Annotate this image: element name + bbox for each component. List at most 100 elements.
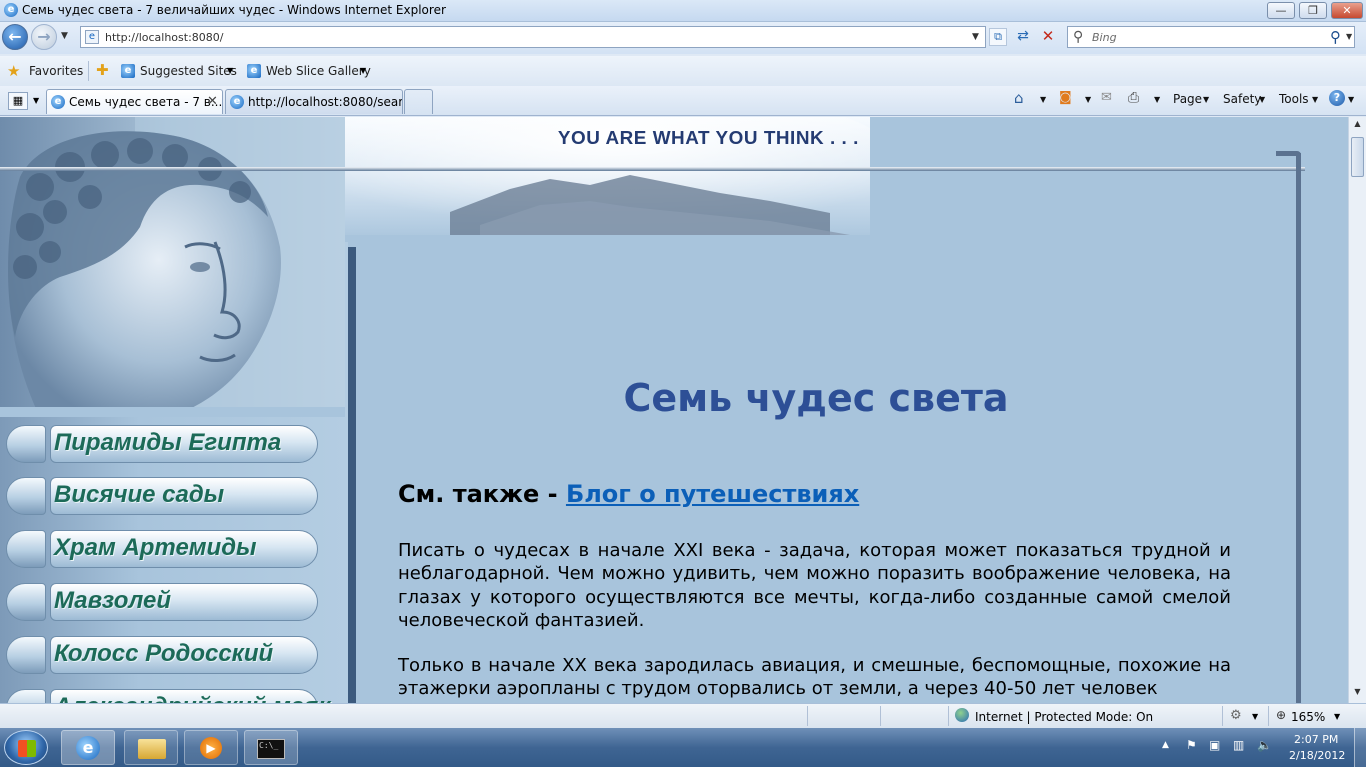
scroll-up-arrow-icon[interactable]: ▲ <box>1351 119 1364 133</box>
taskbar-ie-button[interactable]: e <box>61 730 115 765</box>
vertical-scrollbar[interactable]: ▲ ▼ <box>1348 117 1366 703</box>
protected-mode-icon[interactable]: ⚙ <box>1230 708 1242 723</box>
nav-label: Колосс Родосский <box>54 640 274 667</box>
tools-menu-chevron-icon[interactable]: ▼ <box>1312 95 1318 104</box>
refresh-icon[interactable]: ⇄ <box>1013 28 1033 46</box>
nav-button-cap <box>6 477 46 515</box>
search-options-chevron-icon[interactable]: ▼ <box>1346 32 1352 41</box>
nav-button-lighthouse[interactable]: Александрийский маяк <box>6 689 330 703</box>
scroll-down-arrow-icon[interactable]: ▼ <box>1351 687 1364 701</box>
close-button[interactable]: ✕ <box>1331 2 1363 19</box>
address-row: ← → ▼ e http://localhost:8080/ ▼ ⧉ ⇄ ✕ ⚲… <box>0 22 1366 54</box>
taskbar-cmd-button[interactable]: C:\_ <box>244 730 298 765</box>
nav-button-colossus[interactable]: Колосс Родосский <box>6 636 318 674</box>
volume-muted-icon[interactable]: 🔈 <box>1257 738 1272 752</box>
minimize-button[interactable]: — <box>1267 2 1295 19</box>
device-icon[interactable]: ▣ <box>1209 738 1220 752</box>
page-menu[interactable]: Page <box>1173 92 1202 106</box>
suggested-sites-link[interactable]: Suggested Sites <box>140 64 237 78</box>
status-separator <box>807 706 808 726</box>
zoom-chevron-icon[interactable]: ▼ <box>1334 712 1340 721</box>
tab-active[interactable]: e Семь чудес света - 7 в... ✕ <box>46 89 223 114</box>
protected-mode-chevron-icon[interactable]: ▼ <box>1252 712 1258 721</box>
paragraph: Писать о чудесах в начале XXI века - зад… <box>398 540 1231 631</box>
mail-icon[interactable]: ✉ <box>1101 90 1112 105</box>
page-menu-chevron-icon[interactable]: ▼ <box>1203 95 1209 104</box>
nav-button-cap <box>6 636 46 674</box>
action-center-flag-icon[interactable]: ⚑ <box>1186 738 1197 752</box>
tab-inactive-label: http://localhost:8080/sear... <box>248 95 403 109</box>
recent-pages-chevron-icon[interactable]: ▼ <box>61 31 68 41</box>
scroll-thumb[interactable] <box>1351 137 1364 177</box>
show-desktop-button[interactable] <box>1354 728 1366 767</box>
web-slice-gallery-link[interactable]: Web Slice Gallery <box>266 64 371 78</box>
header-rule <box>0 167 1305 171</box>
nav-button-cap <box>6 530 46 568</box>
search-field[interactable]: ⚲ Bing ⚲ ▼ <box>1067 26 1355 48</box>
compatibility-view-icon[interactable]: ⧉ <box>989 28 1007 46</box>
suggested-sites-chevron-icon[interactable]: ▼ <box>227 66 233 75</box>
paragraph: Только в начале XX века зародилась авиац… <box>398 655 1231 700</box>
travel-blog-link[interactable]: Блог о путешествиях <box>566 480 859 508</box>
print-chevron-icon[interactable]: ▼ <box>1154 95 1160 104</box>
nav-button-mausoleum[interactable]: Мавзолей <box>6 583 318 621</box>
statue-image <box>0 117 345 417</box>
security-zone-text[interactable]: Internet | Protected Mode: On <box>975 710 1153 724</box>
web-slice-icon: e <box>247 64 261 78</box>
see-also-prefix: См. также - <box>398 480 566 508</box>
stop-icon[interactable]: ✕ <box>1038 27 1058 45</box>
address-dropdown-icon[interactable]: ▼ <box>972 32 979 42</box>
nav-label: Пирамиды Египта <box>54 429 282 456</box>
favorites-button[interactable]: Favorites <box>29 64 83 78</box>
frame-corner <box>1276 151 1301 156</box>
home-icon[interactable]: ⌂ <box>1014 89 1024 107</box>
web-slice-chevron-icon[interactable]: ▼ <box>360 66 366 75</box>
start-button[interactable] <box>4 730 48 765</box>
zoom-level[interactable]: 165% <box>1291 710 1325 724</box>
add-to-favorites-icon[interactable]: ✚ <box>96 61 109 79</box>
forward-button[interactable]: → <box>31 24 57 50</box>
help-chevron-icon[interactable]: ▼ <box>1348 95 1354 104</box>
clock-time[interactable]: 2:07 PM <box>1294 733 1338 746</box>
folder-icon <box>138 739 166 759</box>
zoom-icon[interactable]: ⊕ <box>1276 708 1286 722</box>
taskbar-media-player-button[interactable]: ▶ <box>184 730 238 765</box>
nav-button-hanging-gardens[interactable]: Висячие сады <box>6 477 318 515</box>
ie-taskbar-icon: e <box>76 736 100 760</box>
command-prompt-icon: C:\_ <box>257 739 285 759</box>
search-go-icon[interactable]: ⚲ <box>1330 28 1341 46</box>
tools-menu[interactable]: Tools <box>1279 92 1309 106</box>
ie-logo-icon: e <box>4 3 18 17</box>
left-vertical-bar <box>348 247 356 703</box>
internet-zone-icon <box>955 708 969 722</box>
tab-page-icon: e <box>230 95 244 109</box>
nav-button-pyramids[interactable]: Пирамиды Египта <box>6 425 318 463</box>
maximize-button[interactable]: ❐ <box>1299 2 1327 19</box>
home-chevron-icon[interactable]: ▼ <box>1040 95 1046 104</box>
status-separator <box>1222 706 1223 726</box>
status-separator <box>1268 706 1269 726</box>
help-icon[interactable]: ? <box>1329 90 1345 106</box>
safety-menu-chevron-icon[interactable]: ▼ <box>1259 95 1265 104</box>
show-hidden-icons-icon[interactable]: ▲ <box>1162 740 1169 750</box>
window-title-bar: e Семь чудес света - 7 величайших чудес … <box>0 0 1366 22</box>
media-player-icon: ▶ <box>200 737 222 759</box>
windows-logo-icon <box>18 740 36 757</box>
tab-close-icon[interactable]: ✕ <box>207 94 218 109</box>
address-field[interactable]: e http://localhost:8080/ ▼ <box>80 26 986 48</box>
network-icon[interactable]: ▥ <box>1233 738 1244 752</box>
clock-date[interactable]: 2/18/2012 <box>1289 749 1345 762</box>
feeds-chevron-icon[interactable]: ▼ <box>1085 95 1091 104</box>
taskbar-explorer-button[interactable] <box>124 730 178 765</box>
nav-button-temple-artemis[interactable]: Храм Артемиды <box>6 530 318 568</box>
feeds-icon[interactable]: ◙ <box>1059 90 1072 105</box>
back-button[interactable]: ← <box>2 24 28 50</box>
safety-menu[interactable]: Safety <box>1223 92 1261 106</box>
quick-tabs-icon[interactable]: ▦ <box>8 92 28 110</box>
tab-inactive[interactable]: e http://localhost:8080/sear... <box>225 89 403 114</box>
print-icon[interactable]: ⎙ <box>1128 90 1139 106</box>
tab-list-chevron-icon[interactable]: ▼ <box>33 96 39 105</box>
new-tab-button[interactable] <box>404 89 433 114</box>
right-frame-bar <box>1296 153 1301 703</box>
nav-label: Висячие сады <box>54 481 225 508</box>
